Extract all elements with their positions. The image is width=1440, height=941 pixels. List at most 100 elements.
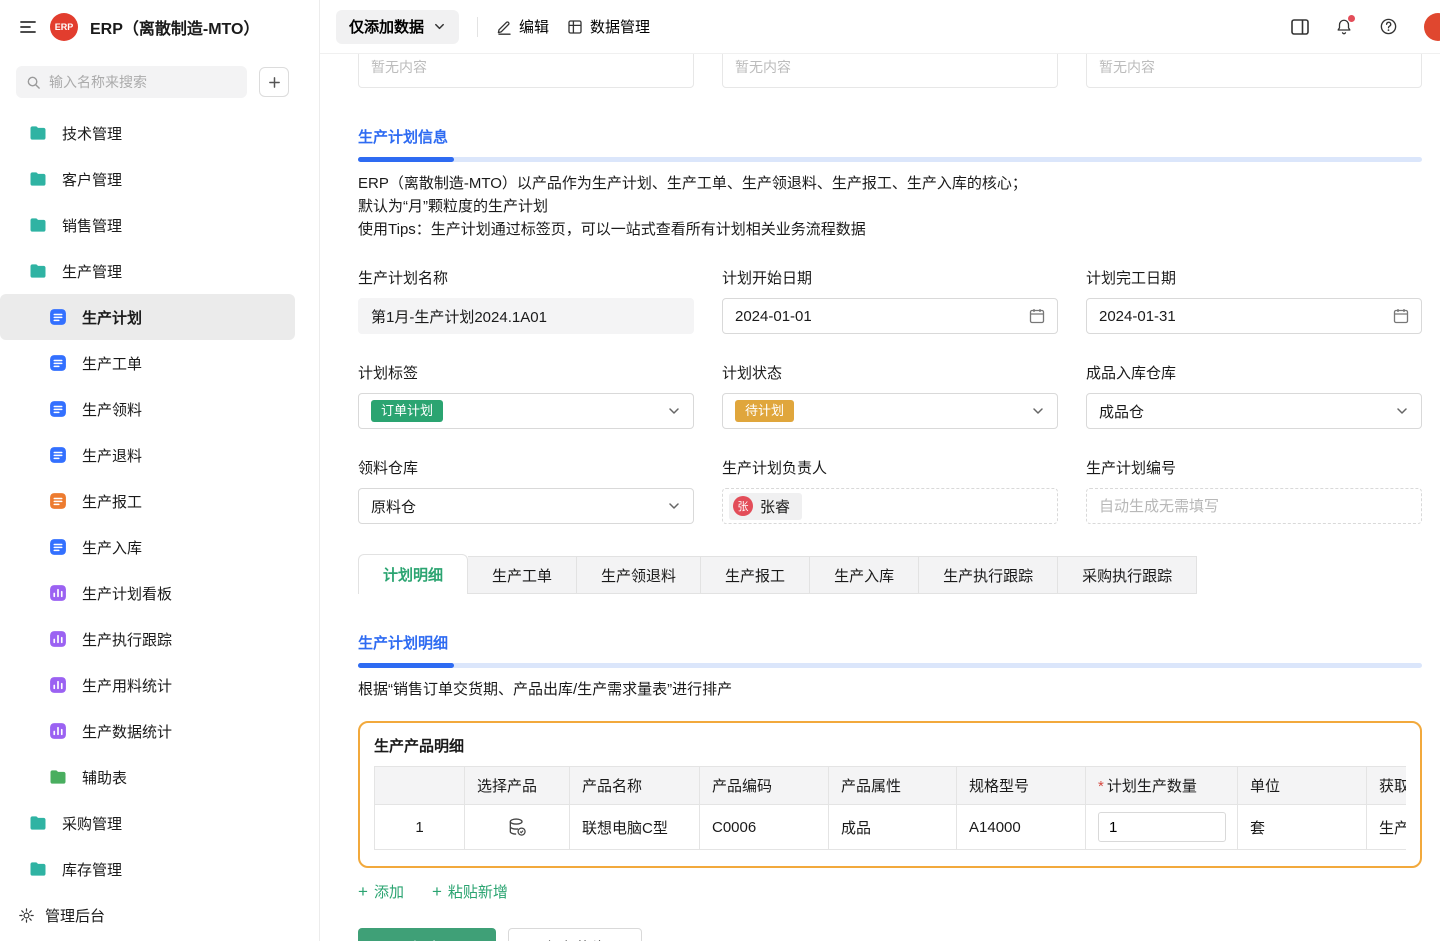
app-logo: ERP xyxy=(50,13,78,41)
sidebar-item-production-inbound[interactable]: 生产入库 xyxy=(0,524,319,570)
plan-status-value: 待计划 xyxy=(735,400,794,422)
search-box[interactable] xyxy=(16,66,247,98)
create-button[interactable] xyxy=(259,67,289,97)
edit-button[interactable]: 编辑 xyxy=(496,16,549,37)
menu-icon[interactable] xyxy=(18,17,38,37)
plus-icon xyxy=(432,883,442,901)
sidebar-item-label: 生产计划看板 xyxy=(82,583,172,604)
admin-console-link[interactable]: 管理后台 xyxy=(0,889,319,941)
add-data-mode-button[interactable]: 仅添加数据 xyxy=(336,10,459,44)
sidebar-item-production-plan-board[interactable]: 生产计划看板 xyxy=(0,570,319,616)
tab-plan-detail[interactable]: 计划明细 xyxy=(358,554,468,594)
tab-work-report[interactable]: 生产报工 xyxy=(701,556,810,594)
help-icon[interactable] xyxy=(1379,17,1398,36)
plan-number-field[interactable] xyxy=(1086,488,1422,524)
add-row-link[interactable]: 添加 xyxy=(358,881,404,902)
empty-content-box[interactable]: 暂无内容 xyxy=(722,54,1058,88)
end-date-value: 2024-01-31 xyxy=(1099,308,1176,325)
submit-button[interactable]: 提交 xyxy=(358,928,496,941)
bell-icon[interactable] xyxy=(1335,18,1353,36)
brand-row: ERP ERP（离散制造-MTO） xyxy=(0,0,319,54)
empty-content-box[interactable]: 暂无内容 xyxy=(358,54,694,88)
select-product-icon[interactable] xyxy=(507,817,527,837)
product-name-cell: 联想电脑C型 xyxy=(570,805,700,850)
sidebar-item-production-material-stats[interactable]: 生产用料统计 xyxy=(0,662,319,708)
finished-warehouse-select[interactable]: 成品仓 xyxy=(1086,393,1422,429)
plus-icon xyxy=(268,76,281,89)
notification-dot xyxy=(1348,15,1355,22)
edit-button-label: 编辑 xyxy=(519,16,549,37)
main-content: 暂无内容 暂无内容 暂无内容 生产计划信息 ERP（离散制造-MTO）以产品作为… xyxy=(320,54,1440,941)
tab-pick-return[interactable]: 生产领退料 xyxy=(577,556,701,594)
app-root: ERP ERP（离散制造-MTO） 技术管理 xyxy=(0,0,1440,941)
section-title-plan-info: 生产计划信息 xyxy=(358,126,1422,147)
data-manage-button[interactable]: 数据管理 xyxy=(567,16,650,37)
material-warehouse-select[interactable]: 原料仓 xyxy=(358,488,694,524)
sidebar-item-label: 生产计划 xyxy=(82,307,142,328)
table-row: 1 联想电脑C型 C0006 成品 A14000 xyxy=(375,805,1407,850)
description-line: 默认为“月”颗粒度的生产计划 xyxy=(358,195,1422,218)
section-divider-bar xyxy=(358,663,1422,668)
sidebar-item-tech-mgmt[interactable]: 技术管理 xyxy=(0,110,319,156)
start-date-input[interactable]: 2024-01-01 xyxy=(722,298,1058,334)
panel-toggle-icon[interactable] xyxy=(1291,19,1309,35)
sidebar-item-inventory-mgmt[interactable]: 库存管理 xyxy=(0,846,319,889)
document-icon xyxy=(48,445,68,465)
plan-info-description: ERP（离散制造-MTO）以产品作为生产计划、生产工单、生产领退料、生产报工、生… xyxy=(358,172,1422,241)
plan-form: 生产计划名称 第1月-生产计划2024.1A01 计划开始日期 2024-01-… xyxy=(358,267,1422,524)
sidebar-item-production-return[interactable]: 生产退料 xyxy=(0,432,319,478)
required-asterisk: * xyxy=(1098,778,1104,795)
field-label: 计划完工日期 xyxy=(1086,267,1422,288)
folder-icon xyxy=(28,123,48,143)
tab-purchase-tracking[interactable]: 采购执行跟踪 xyxy=(1058,556,1197,594)
section-divider-bar-fill xyxy=(358,663,454,668)
field-plan-owner: 生产计划负责人 张 张睿 xyxy=(722,457,1058,524)
tab-exec-tracking[interactable]: 生产执行跟踪 xyxy=(919,556,1058,594)
field-label: 成品入库仓库 xyxy=(1086,362,1422,383)
sidebar-item-purchase-mgmt[interactable]: 采购管理 xyxy=(0,800,319,846)
plan-owner-picker[interactable]: 张 张睿 xyxy=(722,488,1058,524)
gear-icon xyxy=(18,907,35,924)
sidebar-item-production-exec-tracking[interactable]: 生产执行跟踪 xyxy=(0,616,319,662)
finished-warehouse-value: 成品仓 xyxy=(1099,401,1144,422)
plan-name-value: 第1月-生产计划2024.1A01 xyxy=(371,306,547,327)
empty-content-row: 暂无内容 暂无内容 暂无内容 xyxy=(358,54,1422,88)
paste-add-label: 粘贴新增 xyxy=(448,881,508,902)
top-toolbar: 仅添加数据 编辑 数据管理 xyxy=(320,0,1440,54)
sidebar-item-production-mgmt[interactable]: 生产管理 xyxy=(0,248,319,294)
start-date-value: 2024-01-01 xyxy=(735,308,812,325)
sidebar-item-sales-mgmt[interactable]: 销售管理 xyxy=(0,202,319,248)
chevron-down-icon xyxy=(1031,404,1045,418)
plan-qty-input[interactable] xyxy=(1098,812,1226,842)
paste-add-link[interactable]: 粘贴新增 xyxy=(432,881,508,902)
sidebar-item-auxiliary-tables[interactable]: 辅助表 xyxy=(0,754,319,800)
tab-inbound[interactable]: 生产入库 xyxy=(810,556,919,594)
table-header-row: 选择产品 产品名称 产品编码 产品属性 规格型号 *计划生产数量 单位 获取方式 xyxy=(375,767,1407,805)
chart-icon xyxy=(48,583,68,603)
form-footer: 提交 保存草稿 xyxy=(358,928,1422,941)
save-draft-button[interactable]: 保存草稿 xyxy=(508,928,642,941)
sidebar-item-label: 生产工单 xyxy=(82,353,142,374)
unit-cell: 套 xyxy=(1238,805,1367,850)
tab-work-order[interactable]: 生产工单 xyxy=(468,556,577,594)
sidebar-item-production-plan[interactable]: 生产计划 xyxy=(0,294,295,340)
sidebar-item-production-workorder[interactable]: 生产工单 xyxy=(0,340,319,386)
field-end-date: 计划完工日期 2024-01-31 xyxy=(1086,267,1422,334)
column-header-product-name: 产品名称 xyxy=(570,767,700,805)
plan-status-select[interactable]: 待计划 xyxy=(722,393,1058,429)
sidebar-item-customer-mgmt[interactable]: 客户管理 xyxy=(0,156,319,202)
user-avatar[interactable] xyxy=(1424,13,1440,41)
folder-icon xyxy=(28,859,48,879)
sidebar-item-label: 销售管理 xyxy=(62,215,122,236)
product-table-wrap: 选择产品 产品名称 产品编码 产品属性 规格型号 *计划生产数量 单位 获取方式 xyxy=(374,766,1406,850)
plan-name-input[interactable]: 第1月-生产计划2024.1A01 xyxy=(358,298,694,334)
empty-content-box[interactable]: 暂无内容 xyxy=(1086,54,1422,88)
sidebar-item-production-report[interactable]: 生产报工 xyxy=(0,478,319,524)
sidebar-item-production-picking[interactable]: 生产领料 xyxy=(0,386,319,432)
plan-number-input[interactable] xyxy=(1099,498,1409,515)
search-input[interactable] xyxy=(49,74,237,90)
plan-tag-select[interactable]: 订单计划 xyxy=(358,393,694,429)
end-date-input[interactable]: 2024-01-31 xyxy=(1086,298,1422,334)
sidebar-item-production-data-stats[interactable]: 生产数据统计 xyxy=(0,708,319,754)
select-product-cell xyxy=(465,805,570,850)
